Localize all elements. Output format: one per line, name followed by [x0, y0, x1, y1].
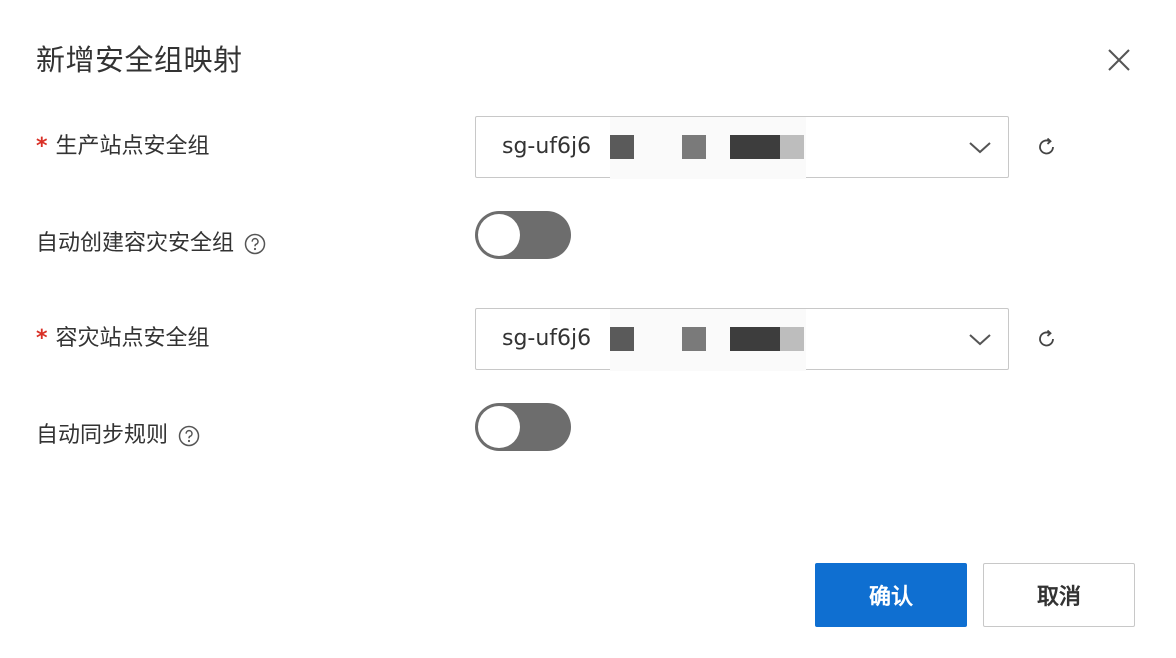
- redaction-block: [682, 327, 706, 351]
- close-button[interactable]: [1104, 45, 1134, 75]
- auto-create-dr-sg-label-row: 自动创建容灾安全组: [36, 229, 266, 259]
- production-sg-value: sg-uf6j6: [502, 134, 592, 159]
- redaction-block: [730, 135, 780, 159]
- required-mark: *: [36, 134, 48, 159]
- auto-create-dr-sg-toggle[interactable]: [475, 211, 571, 259]
- redaction-block: [780, 327, 804, 351]
- production-sg-label-row: * 生产站点安全组: [36, 132, 210, 162]
- redaction-block: [610, 135, 634, 159]
- confirm-button[interactable]: 确认: [815, 563, 967, 627]
- question-circle-icon[interactable]: [178, 425, 200, 447]
- chevron-down-icon: [969, 334, 991, 346]
- redaction-block: [610, 327, 634, 351]
- toggle-knob: [478, 406, 520, 448]
- production-sg-label: 生产站点安全组: [55, 134, 210, 159]
- dr-sg-select[interactable]: sg-uf6j6: [475, 308, 1009, 371]
- refresh-icon[interactable]: [1036, 328, 1058, 350]
- question-circle-icon[interactable]: [244, 233, 266, 255]
- security-group-mapping-dialog: 新增安全组映射 * 生产站点安全组 sg-uf6j6 自动创建容灾安全组 * 容…: [0, 0, 1176, 658]
- dialog-title: 新增安全组映射: [36, 43, 243, 77]
- auto-create-dr-sg-label: 自动创建容灾安全组: [36, 231, 235, 256]
- refresh-icon[interactable]: [1036, 136, 1058, 158]
- redaction-mask: [610, 117, 806, 179]
- production-sg-select[interactable]: sg-uf6j6: [475, 116, 1009, 179]
- redaction-mask: [610, 309, 806, 371]
- dr-sg-value: sg-uf6j6: [502, 326, 592, 351]
- toggle-knob: [478, 214, 520, 256]
- chevron-down-icon: [969, 142, 991, 154]
- auto-sync-rules-label-row: 自动同步规则: [36, 421, 200, 451]
- auto-sync-rules-toggle[interactable]: [475, 403, 571, 451]
- close-icon: [1108, 49, 1130, 71]
- dr-sg-label-row: * 容灾站点安全组: [36, 324, 210, 354]
- redaction-block: [682, 135, 706, 159]
- redaction-block: [780, 135, 804, 159]
- auto-sync-rules-label: 自动同步规则: [36, 423, 169, 448]
- dr-sg-label: 容灾站点安全组: [55, 326, 210, 351]
- required-mark: *: [36, 326, 48, 351]
- redaction-block: [730, 327, 780, 351]
- cancel-button[interactable]: 取消: [983, 563, 1135, 627]
